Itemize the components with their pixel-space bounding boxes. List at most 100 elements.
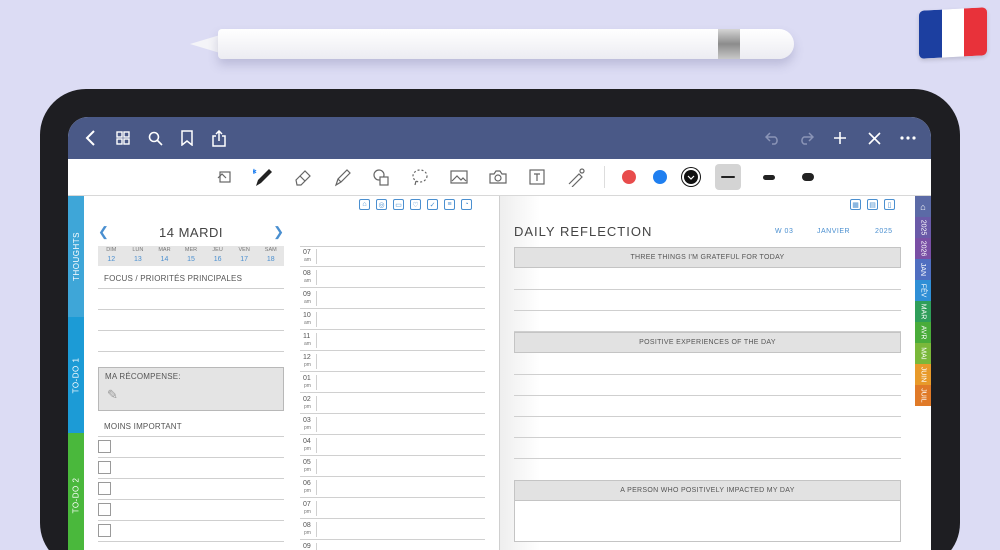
grateful-line[interactable] — [514, 310, 901, 311]
schedule-hour-row[interactable]: 09pm — [300, 540, 485, 550]
tab-jan[interactable]: JAN — [915, 259, 931, 280]
undo-icon[interactable] — [763, 129, 781, 147]
page-icon[interactable]: ▯ — [884, 199, 895, 210]
task-line[interactable] — [98, 520, 284, 521]
week-day-cell[interactable]: DIM 12 — [98, 246, 125, 266]
tab-juin[interactable]: JUIN — [915, 364, 931, 385]
next-day-icon[interactable]: ❯ — [273, 224, 284, 240]
schedule-hour-row[interactable]: 08 pm — [300, 519, 485, 540]
tab-mar[interactable]: MAR — [915, 301, 931, 322]
close-icon[interactable] — [865, 129, 883, 147]
tab-todo-1[interactable]: TO-DO 1 — [68, 317, 84, 433]
calendar-icon[interactable]: ▭ — [393, 199, 404, 210]
camera-tool-icon[interactable] — [487, 166, 509, 188]
positive-line[interactable] — [514, 437, 901, 438]
focus-line[interactable] — [98, 309, 284, 310]
schedule-hour-row[interactable]: 12 pm — [300, 351, 485, 372]
focus-line[interactable] — [98, 351, 284, 352]
highlighter-tool-icon[interactable] — [331, 166, 353, 188]
schedule-hour-row[interactable]: 09 am — [300, 288, 485, 309]
task-checkbox[interactable] — [98, 440, 111, 453]
reward-box[interactable]: MA RÉCOMPENSE: ✎ — [98, 367, 284, 411]
week-number-link[interactable]: W 03 — [775, 228, 793, 235]
color-swatch-red[interactable] — [622, 170, 636, 184]
notes-icon[interactable]: ≡ — [444, 199, 455, 210]
color-swatch-blue[interactable] — [653, 170, 667, 184]
schedule-hour-row[interactable]: 03 pm — [300, 414, 485, 435]
task-line[interactable] — [98, 457, 284, 458]
checklist-icon[interactable]: ✓ — [427, 199, 438, 210]
more-icon[interactable] — [899, 129, 917, 147]
week-day-cell[interactable]: SAM 18 — [257, 246, 284, 266]
task-line[interactable] — [98, 541, 284, 542]
week-day-cell[interactable]: JEU 16 — [204, 246, 231, 266]
positive-line[interactable] — [514, 374, 901, 375]
task-checkbox[interactable] — [98, 482, 111, 495]
chart-icon[interactable]: ◔ — [461, 199, 472, 210]
tab-todo-2[interactable]: TO-DO 2 — [68, 433, 84, 550]
share-icon[interactable] — [210, 129, 228, 147]
weekday-name: DIM — [106, 247, 117, 253]
schedule-hour-row[interactable]: 02 pm — [300, 393, 485, 414]
document-icon[interactable]: ▤ — [867, 199, 878, 210]
add-icon[interactable] — [831, 129, 849, 147]
image-tool-icon[interactable] — [448, 166, 470, 188]
schedule-hour-row[interactable]: 08 am — [300, 267, 485, 288]
positive-line[interactable] — [514, 458, 901, 459]
lasso-tool-icon[interactable] — [409, 166, 431, 188]
schedule-hour-row[interactable]: 07 pm — [300, 498, 485, 519]
month-link[interactable]: JANVIER — [817, 228, 850, 235]
stroke-width-medium[interactable] — [758, 174, 780, 180]
impact-person-box[interactable] — [514, 500, 901, 542]
stroke-width-thin[interactable] — [715, 164, 741, 190]
task-line[interactable] — [98, 478, 284, 479]
tab-thoughts[interactable]: THOUGHTS — [68, 196, 84, 317]
task-checkbox[interactable] — [98, 461, 111, 474]
stroke-width-thick[interactable] — [797, 173, 819, 181]
color-swatch-black[interactable] — [684, 170, 698, 184]
tab-fév[interactable]: FÉV — [915, 280, 931, 301]
pen-tool-icon[interactable]: ✱ — [253, 166, 275, 188]
shapes-tool-icon[interactable] — [370, 166, 392, 188]
bookmark-icon[interactable] — [178, 129, 196, 147]
tab-avr[interactable]: AVR — [915, 322, 931, 343]
task-checkbox[interactable] — [98, 503, 111, 516]
year-link[interactable]: 2025 — [875, 228, 893, 235]
eraser-tool-icon[interactable] — [292, 166, 314, 188]
back-icon[interactable] — [82, 129, 100, 147]
index-icon[interactable]: ▦ — [850, 199, 861, 210]
positive-line[interactable] — [514, 395, 901, 396]
home-icon[interactable]: ⌂ — [359, 199, 370, 210]
read-only-icon[interactable] — [214, 166, 236, 188]
schedule-hour-row[interactable]: 06 pm — [300, 477, 485, 498]
laser-pointer-icon[interactable] — [565, 166, 587, 188]
text-tool-icon[interactable] — [526, 166, 548, 188]
schedule-hour-row[interactable]: 07 am — [300, 246, 485, 267]
schedule-hour-row[interactable]: 01 pm — [300, 372, 485, 393]
tab-mai[interactable]: MAI — [915, 343, 931, 364]
task-checkbox[interactable] — [98, 524, 111, 537]
tab-juil[interactable]: JUIL — [915, 385, 931, 406]
focus-line[interactable] — [98, 330, 284, 331]
tab-2025[interactable]: 2025 — [915, 217, 931, 238]
target-icon[interactable]: ◎ — [376, 199, 387, 210]
tab-2026[interactable]: 2026 — [915, 238, 931, 259]
schedule-hour-row[interactable]: 10 am — [300, 309, 485, 330]
week-day-cell[interactable]: VEN 17 — [231, 246, 258, 266]
heart-icon[interactable]: ♡ — [410, 199, 421, 210]
schedule-hour-row[interactable]: 05 pm — [300, 456, 485, 477]
week-day-cell[interactable]: MAR 14 — [151, 246, 178, 266]
tab-home[interactable]: ⌂ — [915, 196, 931, 217]
positive-line[interactable] — [514, 416, 901, 417]
redo-icon[interactable] — [797, 129, 815, 147]
grid-icon[interactable] — [114, 129, 132, 147]
week-day-cell[interactable]: LUN 13 — [125, 246, 152, 266]
previous-day-icon[interactable]: ❮ — [98, 224, 109, 240]
schedule-hour-row[interactable]: 11 am — [300, 330, 485, 351]
week-day-cell[interactable]: MER 15 — [178, 246, 205, 266]
grateful-line[interactable] — [514, 289, 901, 290]
focus-line[interactable] — [98, 288, 284, 289]
search-icon[interactable] — [146, 129, 164, 147]
task-line[interactable] — [98, 499, 284, 500]
schedule-hour-row[interactable]: 04 pm — [300, 435, 485, 456]
